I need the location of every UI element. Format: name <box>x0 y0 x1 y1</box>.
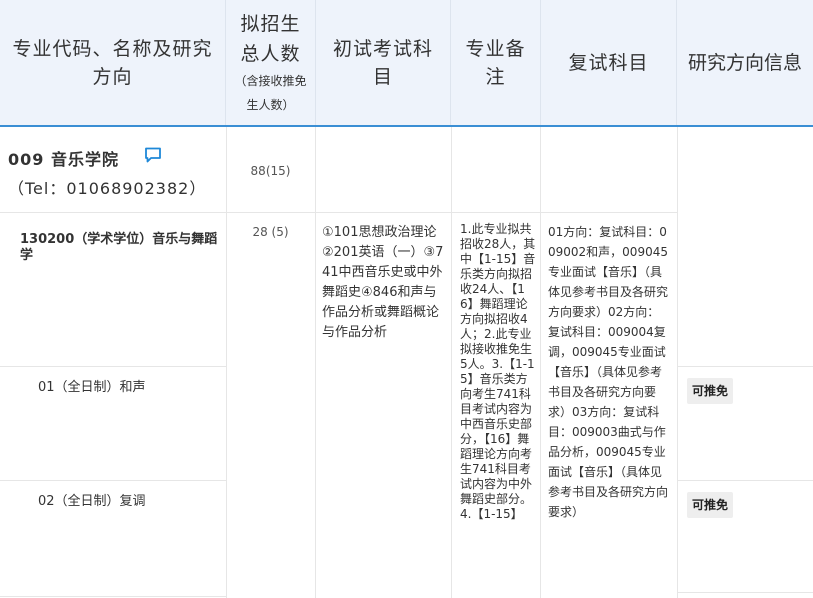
header-enrollment: 拟招生总人数 （含接收推免生人数） <box>226 0 316 125</box>
col-divider <box>677 127 678 598</box>
col-divider <box>451 127 452 598</box>
header-direction-info: 研究方向信息 <box>677 0 813 125</box>
major-name: 130200（学术学位）音乐与舞蹈学 <box>20 232 218 263</box>
exam-subjects: ①101思想政治理论②201英语（一）③741中西音乐史或中外舞蹈史④846和声… <box>322 225 444 340</box>
row-divider <box>0 596 226 597</box>
direction-name[interactable]: 01（全日制）和声 <box>38 376 146 395</box>
major-enrollment: 28 (5) <box>252 225 289 239</box>
major-note: 1.此专业拟共招收28人，其中【1-15】音乐类方向拟招收24人、【16】舞蹈理… <box>460 222 536 521</box>
row-divider <box>0 212 677 213</box>
row-divider <box>0 366 226 367</box>
row-divider <box>677 366 813 367</box>
header-underline <box>0 125 813 127</box>
row-divider <box>0 480 226 481</box>
department-tel: （Tel：01068902382） <box>8 179 207 198</box>
retest-subjects: 01方向：复试科目：009002和声，009045专业面试【音乐】（具体见参考书… <box>548 225 669 519</box>
col-divider <box>540 127 541 598</box>
header-major-note: 专业备注 <box>451 0 541 125</box>
chat-bubble-icon[interactable] <box>144 147 162 163</box>
col-divider <box>226 127 227 598</box>
exempt-badge[interactable]: 可推免 <box>687 492 734 518</box>
header-major-code: 专业代码、名称及研究方向 <box>0 0 226 125</box>
row-divider <box>677 592 813 593</box>
exempt-badge[interactable]: 可推免 <box>687 378 734 404</box>
department-enrollment: 88(15) <box>250 164 291 178</box>
row-divider <box>677 480 813 481</box>
header-retest: 复试科目 <box>541 0 677 125</box>
department-name: 009 音乐学院 <box>8 150 119 169</box>
header-exam-subjects: 初试考试科目 <box>316 0 451 125</box>
col-divider <box>315 127 316 598</box>
direction-name[interactable]: 02（全日制）复调 <box>38 490 146 509</box>
